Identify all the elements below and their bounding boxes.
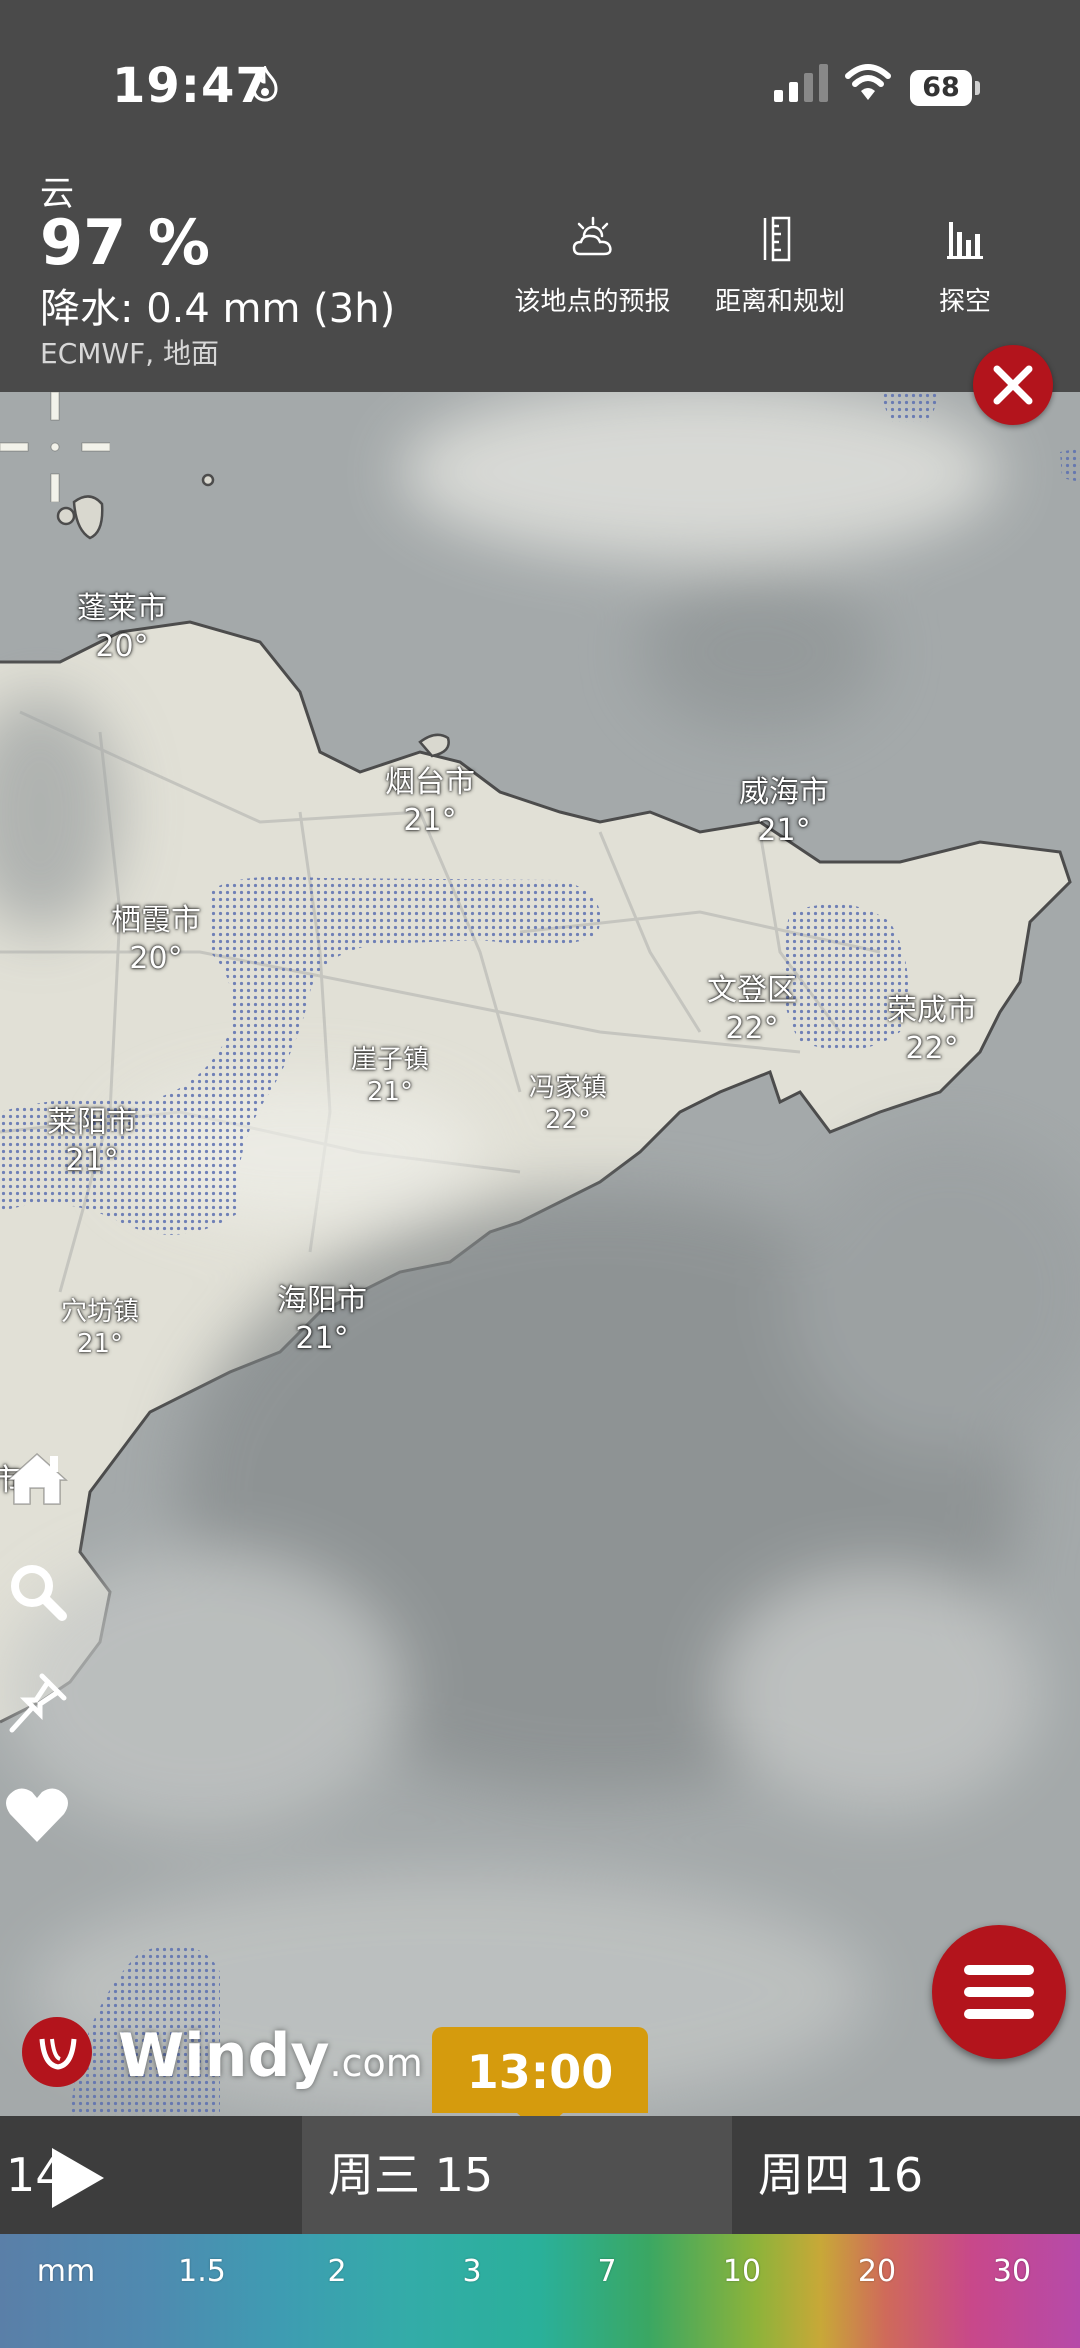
crosshair-icon — [0, 392, 110, 502]
info-header: 云 97 % 降水: 0.4 mm (3h) ECMWF, 地面 该地点的预报 … — [0, 150, 1080, 392]
bar-chart-icon — [947, 222, 983, 259]
sounding-label: 探空 — [938, 287, 991, 317]
cloud-sun-icon — [572, 216, 612, 256]
weather-map[interactable]: 蓬莱市 20° 烟台市 21° 威海市 21° 栖霞市 20° 文登区 22° 荣成市 22… — [0, 392, 1080, 2116]
city-label[interactable]: 文登区 22° — [707, 972, 797, 1048]
day-current[interactable]: 周三 15 — [302, 2116, 732, 2234]
home-icon[interactable] — [0, 1442, 74, 1516]
model-label: ECMWF, 地面 — [40, 337, 219, 370]
close-icon — [993, 365, 1033, 405]
cellular-signal-icon — [774, 64, 828, 102]
status-time: 19:47 — [112, 58, 270, 114]
legend-tick: 1.5 — [178, 2254, 226, 2289]
menu-button[interactable] — [932, 1925, 1066, 2059]
sounding-button[interactable]: 探空 — [900, 214, 1030, 318]
distance-planning-label: 距离和规划 — [714, 287, 845, 317]
close-button[interactable] — [973, 345, 1053, 425]
legend-tick: 3 — [462, 2254, 482, 2289]
precipitation-value: 降水: 0.4 mm (3h) — [40, 286, 396, 332]
day-next-label: 周四 16 — [758, 2148, 924, 2202]
day-next[interactable]: 周四 16 — [732, 2116, 1080, 2234]
legend-tick: 2 — [327, 2254, 347, 2289]
location-forecast-label: 该地点的预报 — [514, 287, 671, 317]
distance-planning-button[interactable]: 距离和规划 — [700, 214, 860, 318]
current-time-badge[interactable]: 13:00 — [432, 2027, 648, 2113]
windy-logo — [22, 2017, 92, 2087]
legend-unit: mm — [36, 2254, 96, 2289]
city-label[interactable]: 荣成市 22° — [887, 992, 977, 1068]
city-label[interactable]: 穴坊镇 21° — [61, 1296, 139, 1360]
city-label[interactable]: 栖霞市 20° — [111, 902, 201, 978]
location-forecast-button[interactable]: 该地点的预报 — [500, 214, 685, 318]
city-label[interactable]: 海阳市 21° — [277, 1282, 367, 1358]
city-label[interactable]: 威海市 21° — [739, 774, 829, 850]
precipitation-legend: mm 1.5 2 3 7 10 20 30 — [0, 2234, 1080, 2348]
city-label[interactable]: 莱阳市 21° — [47, 1104, 137, 1180]
flame-icon — [252, 66, 278, 102]
battery-indicator: 68 — [910, 70, 982, 106]
ruler-icon — [763, 216, 791, 262]
city-label[interactable]: 崖子镇 21° — [351, 1044, 429, 1108]
legend-tick: 7 — [597, 2254, 617, 2289]
legend-tick: 30 — [992, 2254, 1032, 2289]
wifi-icon — [845, 64, 891, 100]
city-label[interactable]: 蓬莱市 20° — [77, 590, 167, 666]
day-current-label: 周三 15 — [328, 2148, 494, 2202]
cloud-cover-value: 97 % — [40, 206, 210, 279]
city-label[interactable]: 烟台市 21° — [385, 764, 475, 840]
search-icon[interactable] — [0, 1554, 74, 1628]
pin-icon[interactable] — [0, 1666, 74, 1740]
timeline-bar[interactable]: 14 周三 15 周四 16 — [0, 2116, 1080, 2234]
city-label[interactable]: 冯家镇 22° — [529, 1072, 607, 1136]
day-prev[interactable]: 14 — [0, 2116, 302, 2234]
status-bar: 19:47 68 — [0, 0, 1080, 170]
legend-tick: 10 — [722, 2254, 762, 2289]
play-icon[interactable] — [52, 2148, 104, 2208]
heart-icon[interactable] — [0, 1778, 74, 1852]
legend-tick: 20 — [857, 2254, 897, 2289]
windy-wordmark: Windy.com — [118, 2021, 423, 2091]
